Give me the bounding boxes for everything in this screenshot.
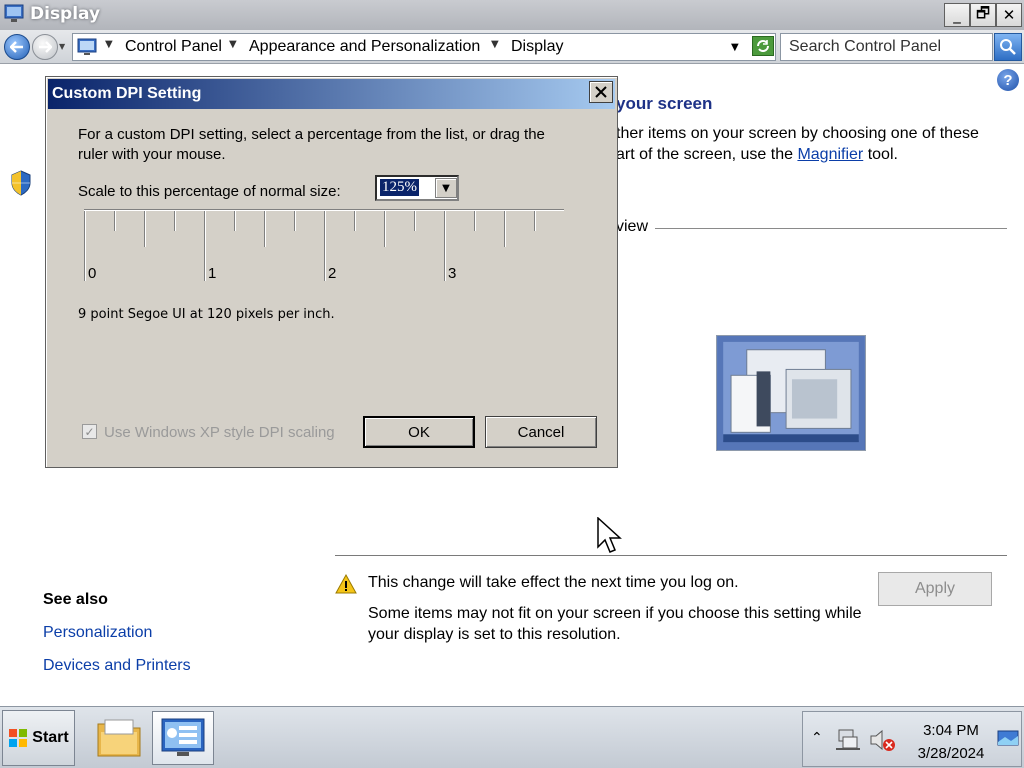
back-arrow-icon	[10, 41, 23, 53]
breadcrumb-display[interactable]: Display	[511, 38, 563, 56]
maximize-button[interactable]: 🗗	[970, 3, 996, 27]
volume-muted-icon[interactable]	[869, 728, 897, 752]
ruler-label-1: 1	[208, 265, 217, 282]
windows-logo-icon	[9, 729, 28, 747]
dialog-titlebar[interactable]: Custom DPI Setting	[48, 79, 615, 109]
combobox-dropdown-icon[interactable]: ▼	[435, 178, 457, 198]
breadcrumb-appearance[interactable]: Appearance and Personalization	[249, 38, 480, 56]
dialog-intro-text: For a custom DPI setting, select a perce…	[78, 126, 545, 163]
control-panel-icon	[77, 38, 97, 55]
uac-shield-icon	[11, 170, 31, 196]
ruler-label-0: 0	[88, 265, 97, 282]
ruler-label-2: 2	[328, 265, 337, 282]
desc-line-2-suffix: tool.	[863, 146, 898, 163]
window-titlebar: Display _ 🗗 ✕	[0, 0, 1024, 30]
recent-pages-dropdown-icon[interactable]: ▼	[59, 42, 65, 51]
desc-line-2: art of the screen, use the Magnifier too…	[616, 144, 1016, 165]
search-icon	[1000, 39, 1016, 55]
xp-scaling-checkbox[interactable]: ✓	[82, 424, 97, 439]
personalization-link[interactable]: Personalization	[43, 624, 152, 642]
preview-label: view	[616, 218, 649, 235]
display-control-panel-icon	[161, 718, 205, 756]
start-label: Start	[32, 729, 69, 746]
system-tray: ⌃ 3:04 PM 3/28/2024	[802, 711, 1022, 767]
dialog-close-button[interactable]	[589, 81, 613, 103]
search-button[interactable]	[994, 33, 1022, 61]
forward-button[interactable]	[32, 34, 58, 60]
search-input[interactable]: Search Control Panel	[780, 33, 993, 61]
clock-time[interactable]: 3:04 PM	[913, 722, 989, 739]
page-heading: your screen	[616, 94, 713, 113]
folder-explorer-icon	[97, 719, 141, 757]
warning-title: This change will take effect the next ti…	[368, 574, 739, 591]
breadcrumb-root-dropdown-icon[interactable]: ▼	[105, 39, 113, 50]
minimize-button[interactable]: _	[944, 3, 970, 27]
font-info-text: 9 point Segoe UI at 120 pixels per inch.	[78, 307, 335, 322]
mouse-cursor-icon	[597, 517, 622, 553]
address-bar[interactable]: ▼ Control Panel ▼ Appearance and Persona…	[72, 33, 776, 61]
taskbar: Start ⌃ 3:04 PM 3/28/2024	[0, 706, 1024, 768]
content-divider	[335, 555, 1007, 556]
start-button[interactable]: Start	[2, 710, 75, 766]
page-description: ther items on your screen by choosing on…	[616, 123, 1016, 165]
forward-arrow-icon	[39, 41, 52, 53]
dialog-title: Custom DPI Setting	[52, 85, 202, 102]
address-history-dropdown-icon[interactable]: ▼	[731, 42, 739, 53]
breadcrumb-dropdown-icon[interactable]: ▼	[229, 39, 237, 50]
refresh-icon[interactable]	[752, 36, 774, 56]
breadcrumb-control-panel[interactable]: Control Panel	[125, 38, 222, 56]
taskbar-control-panel[interactable]	[152, 711, 214, 765]
scale-label: Scale to this percentage of normal size:	[78, 183, 341, 200]
back-button[interactable]	[4, 34, 30, 60]
help-icon[interactable]: ?	[997, 69, 1019, 91]
close-button[interactable]: ✕	[996, 3, 1022, 27]
ruler-graphic	[84, 209, 566, 281]
cancel-button[interactable]: Cancel	[485, 416, 597, 448]
desc-line-1: ther items on your screen by choosing on…	[616, 125, 979, 142]
close-icon	[595, 86, 607, 98]
show-desktop-icon[interactable]	[997, 730, 1019, 748]
apply-button[interactable]: Apply	[878, 572, 992, 606]
devices-and-printers-link[interactable]: Devices and Printers	[43, 657, 191, 675]
display-app-icon	[4, 4, 24, 22]
scale-percentage-value: 125%	[380, 179, 419, 196]
ok-button[interactable]: OK	[363, 416, 475, 448]
custom-dpi-dialog: Custom DPI Setting For a custom DPI sett…	[45, 76, 618, 468]
ruler-label-3: 3	[448, 265, 457, 282]
display-preview-image	[716, 335, 866, 451]
network-icon[interactable]	[835, 728, 861, 752]
scale-percentage-combobox[interactable]: 125% ▼	[375, 175, 459, 201]
window-title: Display	[30, 4, 101, 24]
warning-detail: Some items may not fit on your screen if…	[368, 605, 862, 643]
show-hidden-icons-icon[interactable]: ⌃	[811, 730, 823, 746]
breadcrumb-dropdown-icon[interactable]: ▼	[491, 39, 499, 50]
clock-date[interactable]: 3/28/2024	[907, 745, 995, 762]
preview-divider	[655, 228, 1007, 229]
xp-scaling-label: Use Windows XP style DPI scaling	[104, 424, 335, 441]
taskbar-explorer[interactable]	[88, 711, 150, 765]
warning-icon	[335, 574, 357, 594]
dpi-ruler[interactable]: 0 1 2 3	[84, 209, 566, 289]
see-also-heading: See also	[43, 591, 108, 608]
desc-line-2-text: art of the screen, use the	[616, 146, 798, 163]
magnifier-link[interactable]: Magnifier	[797, 146, 863, 163]
